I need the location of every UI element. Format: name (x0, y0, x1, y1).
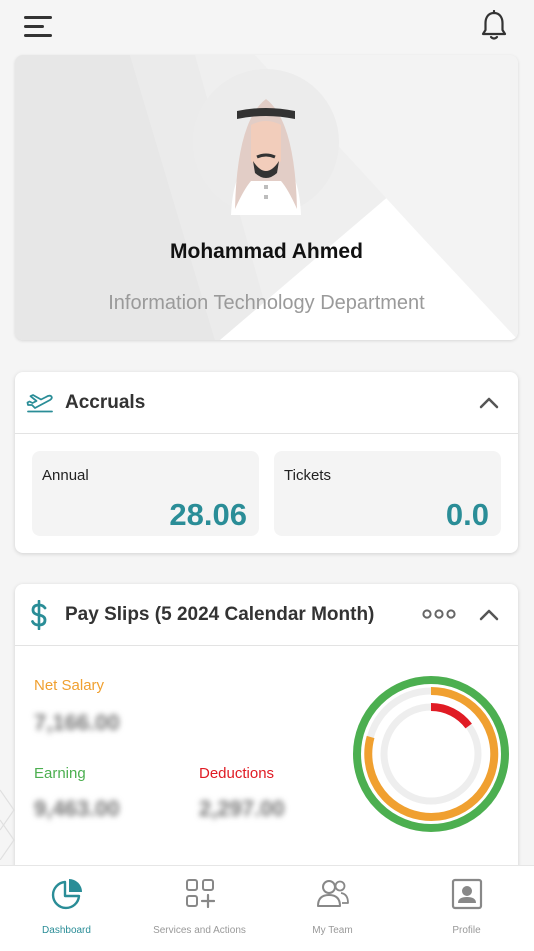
profile-card-icon (451, 878, 482, 910)
net-salary-value: 7,166.00 (34, 710, 120, 735)
payslips-header[interactable]: Pay Slips (5 2024 Calendar Month) (15, 584, 518, 646)
deductions-ring (430, 703, 472, 729)
top-bar (0, 0, 534, 54)
earning-value: 9,463.00 (34, 796, 120, 821)
more-options-icon[interactable] (422, 608, 456, 620)
payslip-donut-chart (353, 676, 509, 832)
earning-ring (353, 676, 509, 832)
nav-my-team-label: My Team (312, 925, 353, 936)
payslips-card: Pay Slips (5 2024 Calendar Month) Net Sa… (15, 584, 518, 884)
menu-icon[interactable] (24, 15, 54, 39)
tickets-label: Tickets (284, 467, 331, 484)
team-icon (316, 880, 349, 907)
services-grid-icon (185, 879, 215, 908)
accruals-header[interactable]: Accruals (15, 372, 518, 434)
profile-department: Information Technology Department (108, 292, 425, 314)
dashboard-pie-icon (51, 879, 82, 910)
nav-dashboard[interactable]: Dashboard (0, 866, 133, 951)
nav-services-label: Services and Actions (153, 925, 246, 936)
annual-value: 28.06 (169, 497, 247, 532)
nav-profile[interactable]: Profile (400, 866, 533, 951)
profile-card: Mohammad Ahmed Information Technology De… (15, 55, 518, 340)
net-salary-label: Net Salary (34, 677, 105, 694)
avatar (193, 69, 339, 215)
nav-profile-label: Profile (452, 925, 481, 936)
annual-label: Annual (42, 467, 89, 484)
chevron-up-icon[interactable] (476, 602, 502, 628)
nav-dashboard-label: Dashboard (42, 925, 91, 936)
tickets-accrual-tile[interactable]: Tickets 0.0 (274, 451, 501, 536)
accruals-card: Accruals Annual 28.06 Tickets 0.0 (15, 372, 518, 553)
payslips-title: Pay Slips (5 2024 Calendar Month) (65, 604, 375, 625)
bell-icon[interactable] (480, 9, 508, 42)
annual-accrual-tile[interactable]: Annual 28.06 (32, 451, 259, 536)
chevron-up-icon[interactable] (476, 390, 502, 416)
profile-name: Mohammad Ahmed (170, 240, 363, 263)
earning-label: Earning (34, 765, 86, 782)
nav-my-team[interactable]: My Team (266, 866, 399, 951)
deductions-value: 2,297.00 (199, 796, 285, 821)
side-decoration (0, 789, 15, 860)
deductions-label: Deductions (199, 765, 275, 782)
nav-services-and-actions[interactable]: Services and Actions (133, 866, 266, 951)
bottom-navigation: Dashboard Services and Actions My Team P… (0, 865, 534, 951)
tickets-value: 0.0 (445, 497, 489, 532)
accruals-title: Accruals (65, 392, 146, 413)
dollar-icon (31, 600, 47, 630)
airplane-takeoff-icon (26, 394, 53, 413)
